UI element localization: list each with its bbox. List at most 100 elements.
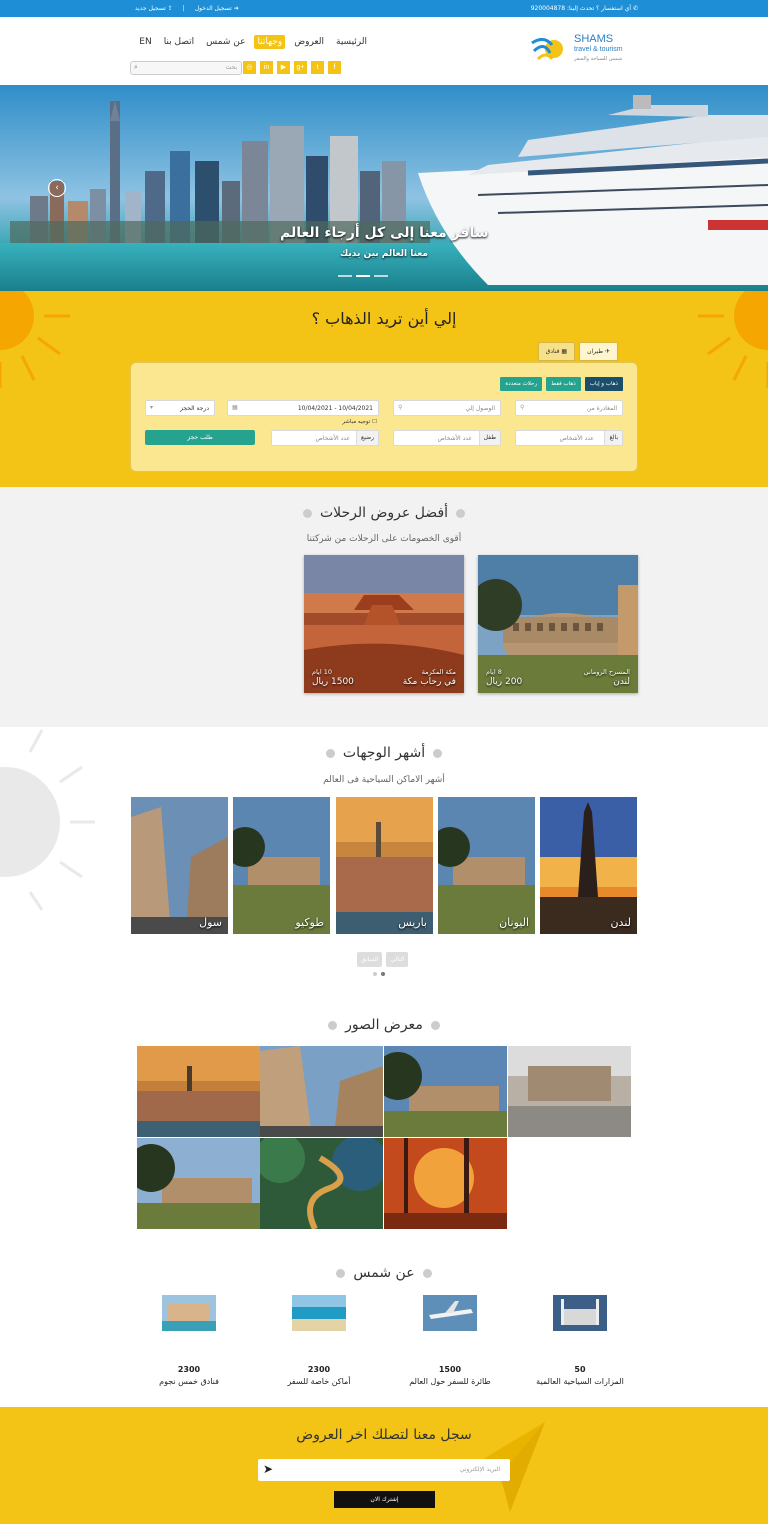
subscribe-button[interactable]: إشترك الان: [334, 1491, 435, 1508]
gallery-image[interactable]: [137, 1046, 260, 1137]
youtube-icon[interactable]: ▶: [277, 61, 290, 74]
gallery-title-text: معرض الصور: [345, 1017, 423, 1033]
checkbox-icon[interactable]: ☐: [372, 419, 377, 425]
destinations-pager: السابق التالي: [357, 952, 409, 967]
search-tabs: ✈ طيران ▦ فنادق: [537, 342, 618, 361]
facebook-icon[interactable]: f: [328, 61, 341, 74]
gallery-image[interactable]: [260, 1046, 383, 1137]
one-way-button[interactable]: ذهاب فقط: [546, 377, 581, 391]
gallery-image[interactable]: [260, 1138, 383, 1229]
about-title: عن شمس: [0, 1265, 768, 1281]
search-placeholder: بحث: [225, 64, 237, 71]
tab-flights[interactable]: ✈ طيران: [579, 342, 618, 361]
register-link[interactable]: ⇪ تسجيل جديد: [135, 5, 173, 12]
mosque-photo: [553, 1295, 607, 1331]
logo-arabic: شمس للسياحة والسفر: [574, 56, 623, 62]
slider-dots: [338, 275, 388, 277]
offers-title: أفضل عروض الرحلات: [0, 505, 768, 521]
dot-decoration: [422, 1268, 432, 1278]
destination-card[interactable]: سول: [131, 797, 228, 934]
infants-placeholder: عدد الأشخاص: [315, 435, 350, 442]
slider-dot[interactable]: [374, 275, 388, 277]
search-input[interactable]: بحث ⌕: [130, 61, 242, 75]
multi-city-button[interactable]: رحلات متعددة: [500, 377, 543, 391]
slider-prev-arrow-icon[interactable]: ‹: [48, 179, 66, 197]
gallery-image[interactable]: [384, 1138, 507, 1229]
linkedin-icon[interactable]: in: [260, 61, 273, 74]
direct-flight-label: توجيه مباشر: [342, 419, 371, 425]
newsletter-section: سجل معنا لتصلك اخر العروض البريد الإلكتر…: [0, 1407, 768, 1524]
mosque-courtyard-photo: [508, 1046, 631, 1137]
about-stat: 50 المزارات السياحية العالمية: [515, 1295, 645, 1386]
offer-city: لندن: [613, 677, 630, 687]
stat-label: أماكن خاصة للسفر: [287, 1377, 351, 1386]
logo-name: SHAMS: [574, 33, 614, 45]
stat-label: المزارات السياحية العالمية: [536, 1377, 624, 1386]
destination-card[interactable]: باريس: [336, 797, 433, 934]
contact-phone: ✆ أي استفسار ؟ تحدث إلينا: 920004878: [530, 5, 638, 12]
book-request-button[interactable]: طلب حجز: [145, 430, 255, 445]
twitter-icon[interactable]: t: [311, 61, 324, 74]
pager-dot[interactable]: [373, 972, 377, 976]
pager-dot[interactable]: [381, 972, 385, 976]
street-buildings-photo: [131, 797, 228, 934]
login-link[interactable]: ➔ تسجيل الدخول: [195, 5, 239, 12]
nav-contact[interactable]: اتصل بنا: [161, 35, 197, 49]
offer-card[interactable]: مكة المكرمة 10 ايام في رحاب مكة 1500 ريال: [304, 555, 464, 693]
sun-decoration-icon: [698, 291, 768, 388]
pager-next-button[interactable]: التالي: [386, 952, 409, 967]
slider-dot[interactable]: [338, 275, 352, 277]
destinations-section: أشهر الوجهات أشهر الاماكن السياحية فى ال…: [0, 727, 768, 1007]
colosseum-photo: [137, 1138, 260, 1229]
children-label: طفل: [478, 431, 500, 445]
infants-count-field[interactable]: رضيع عدد الأشخاص: [271, 430, 379, 446]
arrival-to-field[interactable]: الوصول إلي ⚲: [393, 400, 501, 416]
colosseum-photo: [438, 797, 535, 934]
send-icon[interactable]: ➤: [263, 1462, 273, 1476]
top-bar: ✆ أي استفسار ؟ تحدث إلينا: 920004878 ➔ ت…: [0, 0, 768, 17]
nav-home[interactable]: الرئيسية: [333, 35, 370, 49]
tab-hotels[interactable]: ▦ فنادق: [537, 342, 576, 361]
destination-card[interactable]: طوكيو: [233, 797, 330, 934]
site-header: SHAMS travel & tourism شمس للسياحة والسف…: [0, 17, 768, 85]
site-logo[interactable]: SHAMS travel & tourism شمس للسياحة والسف…: [530, 27, 636, 71]
location-pin-icon: ⚲: [520, 404, 525, 411]
nav-destinations[interactable]: وجهاتنا: [254, 35, 286, 49]
location-pin-icon: ⚲: [398, 404, 403, 411]
gallery-image[interactable]: [137, 1138, 260, 1229]
beach-photo: [292, 1295, 346, 1331]
nav-about[interactable]: عن شمس: [203, 35, 248, 49]
offers-title-text: أفضل عروض الرحلات: [319, 505, 449, 521]
sun-decoration-icon: [0, 291, 70, 388]
destination-name: باريس: [398, 916, 427, 929]
gallery-image[interactable]: [508, 1046, 631, 1137]
destinations-dots: [373, 972, 385, 976]
destination-card[interactable]: لندن: [540, 797, 637, 934]
search-icon[interactable]: ⌕: [134, 63, 138, 72]
direct-flight-checkbox[interactable]: ☐ توجيه مباشر: [342, 419, 377, 425]
stat-number: 50: [574, 1365, 586, 1374]
booking-class-select[interactable]: درجة الحجز ▾: [145, 400, 215, 416]
google-plus-icon[interactable]: g+: [294, 61, 307, 74]
newsletter-email-input[interactable]: البريد الإلكتروني ➤: [258, 1459, 510, 1481]
departure-from-field[interactable]: المغادرة من ⚲: [515, 400, 623, 416]
pager-prev-button[interactable]: السابق: [357, 952, 383, 967]
date-range-field[interactable]: 10/04/2021 - 10/04/2021 ▦: [227, 400, 379, 416]
flight-search-section: إلي أين تريد الذهاب ؟ ✈ طيران ▦ فنادق ذه…: [0, 291, 768, 487]
adults-count-field[interactable]: بالغ عدد الأشخاص: [515, 430, 623, 446]
gallery-image[interactable]: [384, 1046, 507, 1137]
dot-decoration: [456, 508, 466, 518]
adults-label: بالغ: [604, 431, 622, 445]
destinations-title-text: أشهر الوجهات: [342, 745, 426, 761]
offers-section: أفضل عروض الرحلات أقوى الخصومات على الرح…: [0, 487, 768, 727]
nav-offers[interactable]: العروض: [291, 35, 327, 49]
slider-dot[interactable]: [356, 275, 370, 277]
destination-card[interactable]: اليونان: [438, 797, 535, 934]
offer-card[interactable]: المسرح الروماني 8 ايام لندن 200 ريال: [478, 555, 638, 693]
trip-type-buttons: ذهاب و إياب ذهاب فقط رحلات متعددة: [500, 377, 623, 391]
nav-language-en[interactable]: EN: [136, 35, 154, 49]
instagram-icon[interactable]: ◎: [243, 61, 256, 74]
city-sunset-photo: [137, 1046, 260, 1137]
children-count-field[interactable]: طفل عدد الأشخاص: [393, 430, 501, 446]
round-trip-button[interactable]: ذهاب و إياب: [584, 377, 623, 391]
